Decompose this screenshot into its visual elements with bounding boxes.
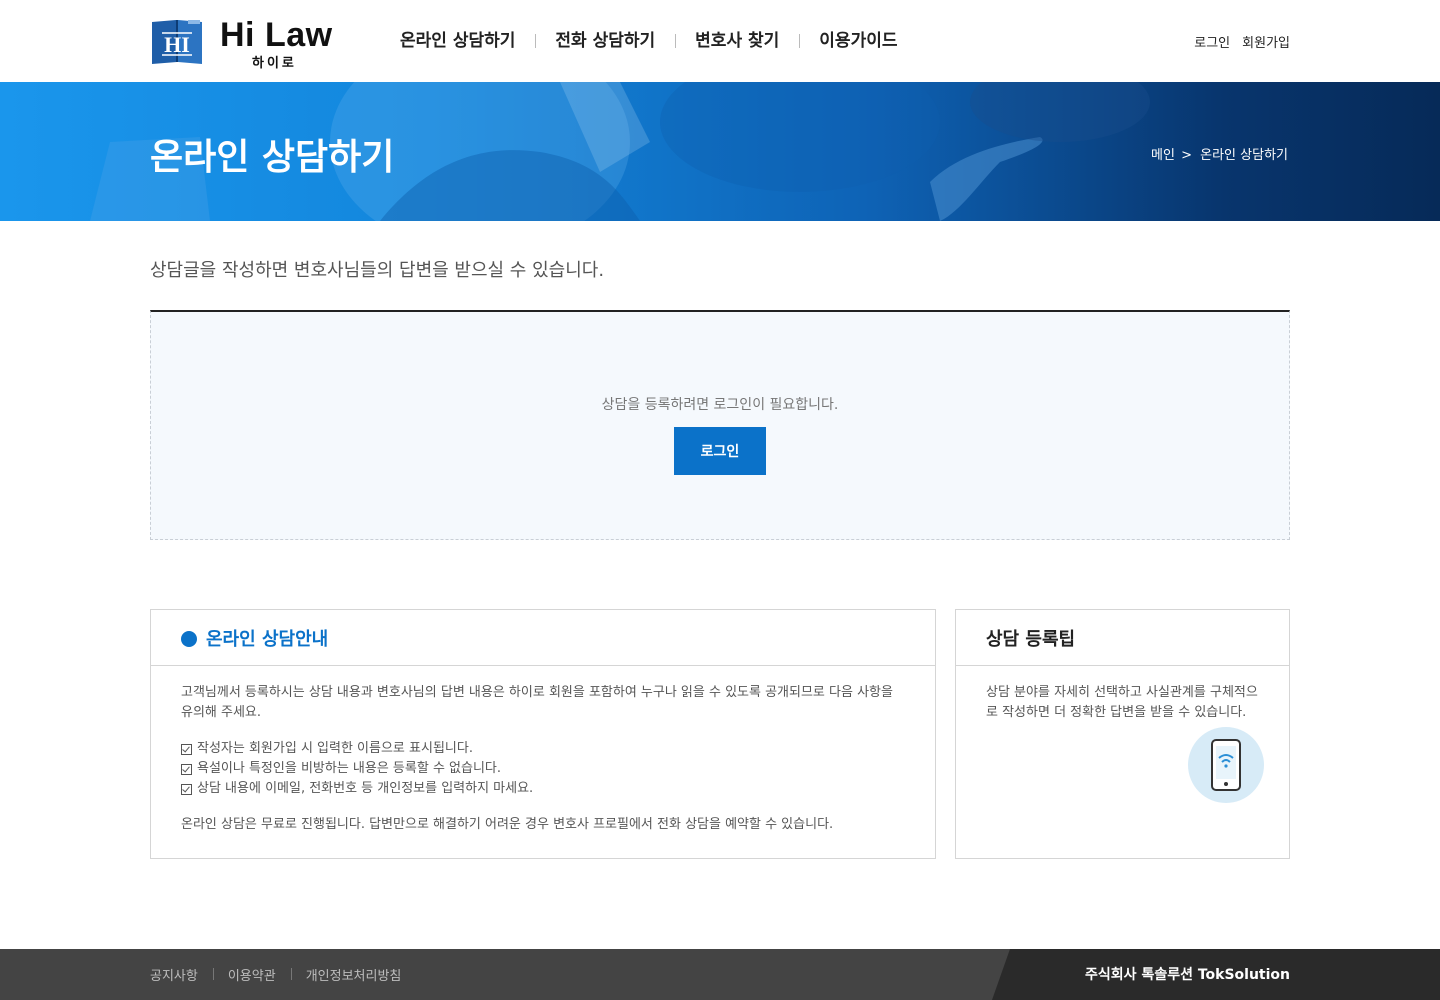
checkbox-icon <box>181 763 192 775</box>
logo-book-icon: HI <box>152 20 202 64</box>
footer-link-terms[interactable]: 이용약관 <box>212 965 291 984</box>
guide-note: 온라인 상담은 무료로 진행됩니다. 답변만으로 해결하기 어려운 경우 변호사… <box>181 817 834 832</box>
page-title: 온라인 상담하기 <box>150 137 395 178</box>
page-banner: 온라인 상담하기 메인 > 온라인 상담하기 <box>0 82 1440 221</box>
logo-title: Hi Law <box>220 16 333 54</box>
breadcrumb-current: 온라인 상담하기 <box>1200 148 1288 163</box>
tip-title: 상담 등록팁 <box>986 628 1076 650</box>
intro-text: 상담글을 작성하면 변호사님들의 답변을 받으실 수 있습니다. <box>150 260 605 281</box>
guide-rules-list: 작성자는 회원가입 시 입력한 이름으로 표시됩니다. 욕설이나 특정인을 비방… <box>181 739 905 799</box>
consult-tip-panel: 상담 등록팁 상담 분야를 자세히 선택하고 사실관계를 구체적으로 작성하면 … <box>955 609 1290 859</box>
footer-link-notice[interactable]: 공지사항 <box>150 965 213 984</box>
nav-online-consult[interactable]: 온라인 상담하기 <box>380 28 535 54</box>
guide-body: 고객님께서 등록하시는 상담 내용과 변호사님의 답변 내용은 하이로 회원을 … <box>151 666 935 835</box>
main-nav: 온라인 상담하기 전화 상담하기 변호사 찾기 이용가이드 <box>380 28 918 54</box>
util-menu: 로그인 회원가입 <box>1194 32 1290 51</box>
site-footer: 공지사항 이용약관 개인정보처리방침 주식회사 톡솔루션 TokSolution <box>0 949 1440 1000</box>
guide-panel-header: 온라인 상담안내 <box>151 610 935 666</box>
guide-rule-text: 상담 내용에 이메일, 전화번호 등 개인정보를 입력하지 마세요. <box>197 781 534 796</box>
guide-rule: 작성자는 회원가입 시 입력한 이름으로 표시됩니다. <box>181 739 905 759</box>
company-name: 주식회사 톡솔루션 TokSolution <box>1085 967 1290 983</box>
footer-links: 공지사항 이용약관 개인정보처리방침 <box>150 965 416 984</box>
guide-rule-text: 작성자는 회원가입 시 입력한 이름으로 표시됩니다. <box>197 741 473 756</box>
signup-link[interactable]: 회원가입 <box>1242 32 1290 51</box>
footer-link-privacy[interactable]: 개인정보처리방침 <box>290 965 417 984</box>
tip-text: 상담 분야를 자세히 선택하고 사실관계를 구체적으로 작성하면 더 정확한 답… <box>986 685 1258 720</box>
tip-panel-header: 상담 등록팁 <box>956 610 1289 666</box>
smartphone-wifi-icon <box>1188 727 1264 803</box>
guide-rule-text: 욕설이나 특정인을 비방하는 내용은 등록할 수 없습니다. <box>197 761 502 776</box>
bullet-dot-icon <box>181 630 197 647</box>
guide-title: 온라인 상담안내 <box>206 628 329 650</box>
breadcrumb-home[interactable]: 메인 <box>1151 148 1175 163</box>
site-header: HI Hi Law 하이로 온라인 상담하기 전화 상담하기 변호사 찾기 이용… <box>0 0 1440 82</box>
nav-usage-guide[interactable]: 이용가이드 <box>799 28 917 54</box>
login-link[interactable]: 로그인 <box>1194 32 1230 51</box>
guide-rule: 욕설이나 특정인을 비방하는 내용은 등록할 수 없습니다. <box>181 759 905 779</box>
login-button[interactable]: 로그인 <box>674 427 766 475</box>
logo-link[interactable]: HI Hi Law 하이로 <box>150 16 335 71</box>
logo-subtitle: 하이로 <box>252 56 297 71</box>
breadcrumb-separator: > <box>1181 148 1192 163</box>
nav-phone-consult[interactable]: 전화 상담하기 <box>535 28 675 54</box>
login-required-message: 상담을 등록하려면 로그인이 필요합니다. <box>601 397 839 413</box>
login-required-box: 상담을 등록하려면 로그인이 필요합니다. 로그인 <box>150 310 1290 540</box>
logo-mark: HI <box>164 32 190 57</box>
guide-rule: 상담 내용에 이메일, 전화번호 등 개인정보를 입력하지 마세요. <box>181 779 905 799</box>
breadcrumb: 메인 > 온라인 상담하기 <box>1151 144 1290 163</box>
consult-guide-panel: 온라인 상담안내 고객님께서 등록하시는 상담 내용과 변호사님의 답변 내용은… <box>150 609 936 859</box>
nav-find-lawyer[interactable]: 변호사 찾기 <box>675 28 799 54</box>
checkbox-icon <box>181 743 192 755</box>
guide-intro: 고객님께서 등록하시는 상담 내용과 변호사님의 답변 내용은 하이로 회원을 … <box>181 685 893 720</box>
checkbox-icon <box>181 783 192 795</box>
